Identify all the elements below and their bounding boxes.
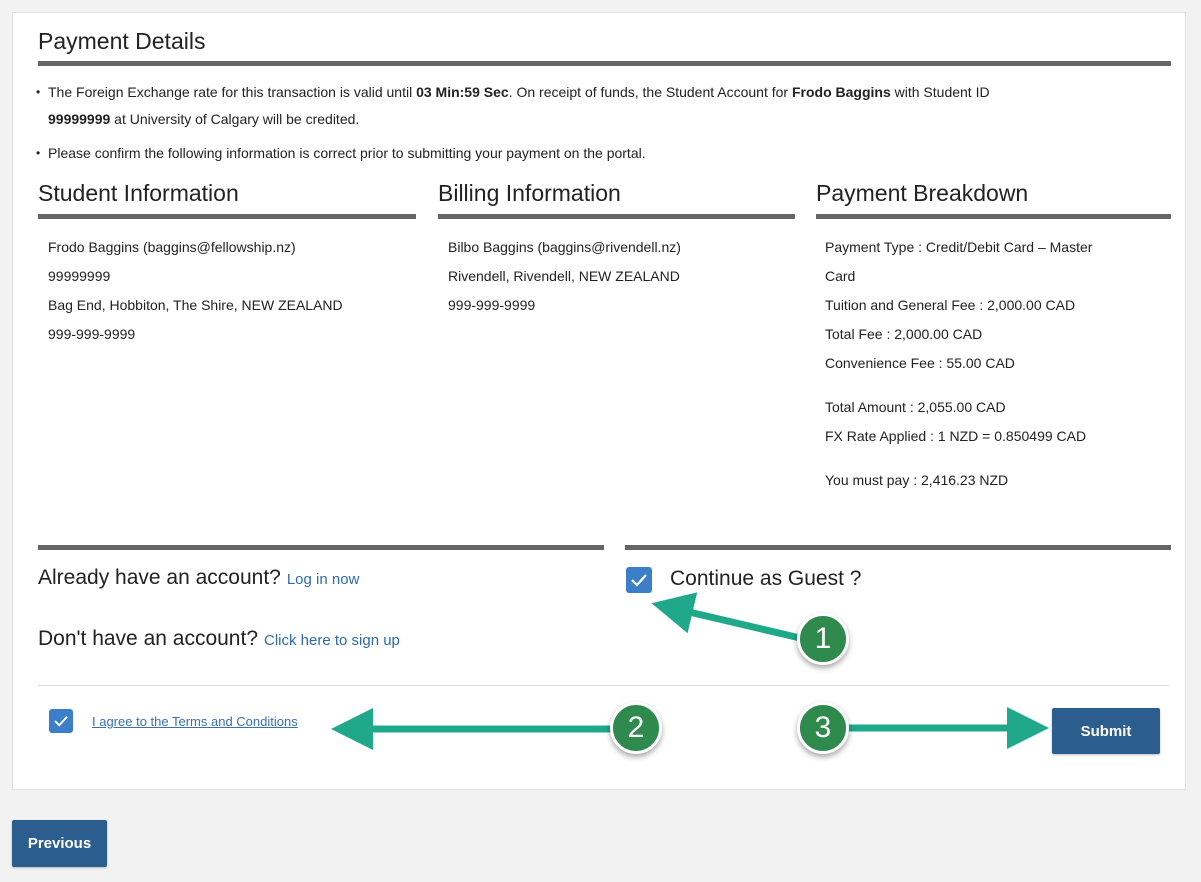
student-address: Bag End, Hobbiton, The Shire, NEW ZEALAN… xyxy=(48,297,343,313)
must-pay-amount: You must pay : 2,416.23 NZD xyxy=(825,472,1009,488)
submit-button[interactable]: Submit xyxy=(1052,708,1160,754)
fx-notice-text-3: with Student ID xyxy=(890,84,990,100)
student-info-divider xyxy=(38,214,416,219)
callout-3: 3 xyxy=(797,702,849,754)
student-name-inline: Frodo Baggins xyxy=(791,84,891,100)
signup-prompt: Don't have an account? Click here to sign… xyxy=(38,627,400,651)
callout-2: 2 xyxy=(610,702,662,754)
no-account-text: Don't have an account? xyxy=(38,627,258,650)
bullet-dot: • xyxy=(36,146,41,160)
guest-divider xyxy=(625,545,1171,550)
fx-timer: 03 Min:59 Sec xyxy=(416,84,509,100)
billing-info-title: Billing Information xyxy=(438,180,621,206)
payment-type-cont: Card xyxy=(825,268,856,284)
check-icon xyxy=(631,574,647,587)
confirm-notice-text: Please confirm the following information… xyxy=(48,145,646,161)
signup-link[interactable]: Click here to sign up xyxy=(264,632,400,649)
confirm-notice: • Please confirm the following informati… xyxy=(36,140,1168,167)
terms-divider xyxy=(38,685,1169,686)
payment-type: Payment Type : Credit/Debit Card – Maste… xyxy=(825,239,1093,255)
guest-checkbox[interactable] xyxy=(626,567,652,593)
billing-info-divider xyxy=(438,214,795,219)
fx-notice-text-2: . On receipt of funds, the Student Accou… xyxy=(508,84,792,100)
billing-info-block: Bilbo Baggins (baggins@rivendell.nz) Riv… xyxy=(448,233,681,320)
student-phone: 999-999-9999 xyxy=(48,326,136,342)
total-fee: Total Fee : 2,000.00 CAD xyxy=(825,326,983,342)
convenience-fee: Convenience Fee : 55.00 CAD xyxy=(825,355,1015,371)
fx-rate: FX Rate Applied : 1 NZD = 0.850499 CAD xyxy=(825,428,1087,444)
payment-breakdown-block: Payment Type : Credit/Debit Card – Maste… xyxy=(825,233,1092,495)
account-divider xyxy=(38,545,604,550)
payment-breakdown-divider xyxy=(816,214,1171,219)
title-divider xyxy=(38,61,1171,66)
student-info-title: Student Information xyxy=(38,180,239,206)
page-title: Payment Details xyxy=(38,28,206,54)
billing-name-email: Bilbo Baggins (baggins@rivendell.nz) xyxy=(448,239,681,255)
tuition-fee: Tuition and General Fee : 2,000.00 CAD xyxy=(825,297,1076,313)
fx-notice: • The Foreign Exchange rate for this tra… xyxy=(36,79,1168,133)
billing-phone: 999-999-9999 xyxy=(448,297,536,313)
billing-address: Rivendell, Rivendell, NEW ZEALAND xyxy=(448,268,680,284)
previous-button[interactable]: Previous xyxy=(12,820,107,867)
fx-notice-text-4: at University of Calgary will be credite… xyxy=(110,111,360,127)
callout-1: 1 xyxy=(797,613,849,665)
login-link[interactable]: Log in now xyxy=(287,571,360,588)
fx-notice-text-1: The Foreign Exchange rate for this trans… xyxy=(48,84,417,100)
terms-checkbox[interactable] xyxy=(49,709,73,733)
student-name-email: Frodo Baggins (baggins@fellowship.nz) xyxy=(48,239,296,255)
bullet-dot: • xyxy=(36,85,41,99)
payment-breakdown-title: Payment Breakdown xyxy=(816,180,1029,206)
terms-link[interactable]: I agree to the Terms and Conditions xyxy=(92,714,298,729)
check-icon xyxy=(54,716,68,727)
student-id-inline: 99999999 xyxy=(48,111,111,127)
guest-label[interactable]: Continue as Guest ? xyxy=(670,567,861,591)
student-id: 99999999 xyxy=(48,268,111,284)
login-prompt: Already have an account? Log in now xyxy=(38,566,359,590)
have-account-text: Already have an account? xyxy=(38,566,281,589)
total-amount: Total Amount : 2,055.00 CAD xyxy=(825,399,1006,415)
student-info-block: Frodo Baggins (baggins@fellowship.nz) 99… xyxy=(48,233,343,349)
